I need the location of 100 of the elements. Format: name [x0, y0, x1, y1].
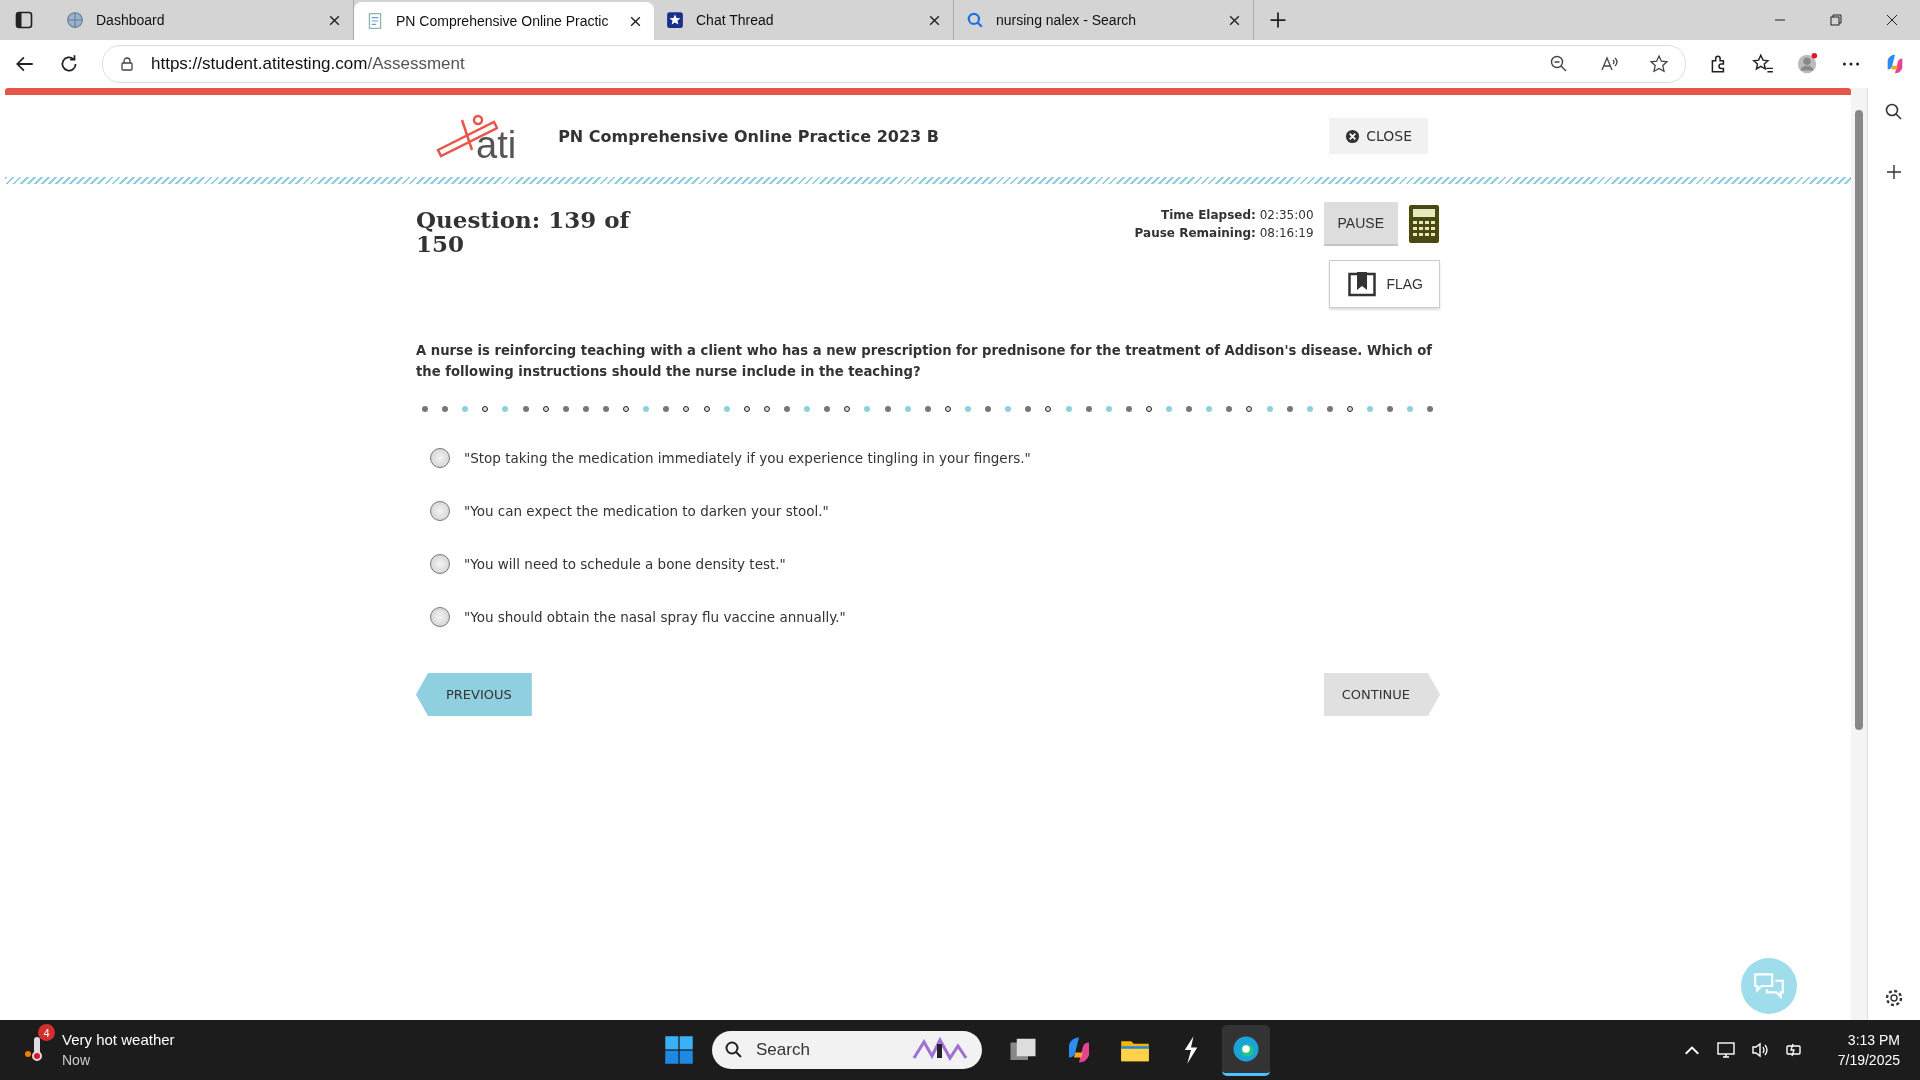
- answer-option[interactable]: "You will need to schedule a bone density test.": [464, 556, 786, 572]
- progress-dot[interactable]: [804, 406, 811, 412]
- progress-dot[interactable]: [985, 406, 992, 412]
- pause-button[interactable]: PAUSE: [1323, 202, 1398, 246]
- radio-button[interactable]: [430, 448, 450, 468]
- search-icon: [966, 11, 984, 29]
- globe-icon: [66, 11, 84, 29]
- progress-dot[interactable]: [944, 406, 951, 412]
- previous-button[interactable]: PREVIOUS: [416, 673, 532, 716]
- favorites-icon[interactable]: [1752, 53, 1774, 75]
- continue-button[interactable]: CONTINUE: [1323, 673, 1440, 716]
- progress-dot[interactable]: [603, 406, 609, 412]
- close-icon[interactable]: [1228, 13, 1241, 27]
- page-icon: [366, 12, 384, 30]
- address-bar[interactable]: https://student.atitesting.com/Assessment: [102, 45, 1686, 83]
- star-badge-icon: [666, 11, 684, 29]
- network-icon[interactable]: [1715, 1040, 1736, 1060]
- progress-dot[interactable]: [1326, 406, 1333, 412]
- radio-button[interactable]: [430, 607, 450, 627]
- progress-dot[interactable]: [924, 406, 931, 412]
- progress-dot[interactable]: [743, 406, 750, 412]
- search-icon: [724, 1040, 744, 1060]
- restore-icon[interactable]: [1828, 12, 1844, 28]
- progress-dot[interactable]: [1306, 406, 1313, 412]
- progress-dot[interactable]: [1387, 406, 1394, 412]
- answer-option[interactable]: "You should obtain the nasal spray flu vaccine annually.": [464, 609, 846, 625]
- close-button[interactable]: CLOSE: [1329, 118, 1428, 154]
- profile-avatar-icon[interactable]: [1796, 53, 1818, 75]
- zoom-out-icon[interactable]: [1549, 54, 1569, 74]
- browser-taskbar-button[interactable]: [1222, 1024, 1270, 1076]
- progress-dot[interactable]: [824, 406, 831, 412]
- progress-dot[interactable]: [1065, 406, 1072, 412]
- progress-dot[interactable]: [1125, 406, 1132, 412]
- browser-tab[interactable]: PN Comprehensive Online Practic: [354, 2, 654, 40]
- progress-dot[interactable]: [1025, 406, 1032, 412]
- calculator-icon[interactable]: [1408, 204, 1440, 244]
- radio-button[interactable]: [430, 501, 450, 521]
- progress-dot[interactable]: [723, 406, 730, 412]
- progress-dot[interactable]: [442, 406, 449, 412]
- question-text: A nurse is reinforcing teaching with a client who has a new prescription for prednisone for the treatment of Addison's disease. Which of the following instructions should the nurse include in the teaching?: [416, 342, 1433, 381]
- progress-dot[interactable]: [783, 406, 790, 412]
- progress-dot[interactable]: [763, 406, 770, 412]
- close-icon[interactable]: [1884, 12, 1900, 28]
- progress-dot[interactable]: [1186, 406, 1193, 412]
- progress-dot[interactable]: [623, 406, 630, 412]
- progress-dot[interactable]: [562, 406, 569, 412]
- star-icon[interactable]: [1649, 54, 1669, 74]
- progress-dot[interactable]: [1005, 406, 1012, 412]
- progress-dot[interactable]: [462, 406, 469, 412]
- speaker-icon[interactable]: [1749, 1040, 1770, 1060]
- answer-option[interactable]: "You can expect the medication to darken your stool.": [464, 503, 829, 519]
- windows-start-icon[interactable]: [664, 1035, 694, 1065]
- progress-dot[interactable]: [683, 406, 690, 412]
- progress-dot[interactable]: [502, 406, 509, 412]
- progress-dot[interactable]: [1226, 406, 1233, 412]
- progress-dot[interactable]: [1286, 406, 1293, 412]
- answer-option[interactable]: "Stop taking the medication immediately if you experience tingling in your fingers.": [464, 450, 1031, 466]
- progress-dot[interactable]: [1085, 406, 1092, 412]
- weather-time: Now: [62, 1051, 91, 1070]
- progress-dot[interactable]: [1427, 406, 1434, 412]
- add-icon[interactable]: [1884, 162, 1904, 182]
- close-icon[interactable]: [328, 13, 341, 27]
- progress-dot[interactable]: [964, 406, 971, 412]
- progress-dot[interactable]: [1407, 406, 1414, 412]
- progress-dot[interactable]: [1367, 406, 1374, 412]
- progress-dot[interactable]: [1045, 406, 1052, 412]
- progress-dot[interactable]: [1166, 406, 1173, 412]
- question-heading: Question: 139 of 150: [416, 208, 631, 259]
- progress-dot[interactable]: [904, 406, 911, 412]
- search-icon[interactable]: [1884, 102, 1904, 122]
- progress-dot[interactable]: [542, 406, 549, 412]
- taskbar-search-field[interactable]: Search: [712, 1031, 982, 1069]
- progress-dot[interactable]: [422, 406, 428, 412]
- progress-dot[interactable]: [482, 406, 489, 412]
- progress-dot[interactable]: [1145, 406, 1152, 412]
- progress-dot[interactable]: [864, 406, 871, 412]
- new-tab-icon[interactable]: [1268, 10, 1288, 30]
- scrollbar-thumb[interactable]: [1855, 110, 1863, 730]
- clock-date[interactable]: 7/19/2025: [1837, 1050, 1900, 1070]
- progress-dot[interactable]: [1347, 406, 1354, 412]
- radio-button[interactable]: [430, 554, 450, 574]
- close-icon[interactable]: [629, 14, 642, 28]
- progress-dot[interactable]: [1105, 406, 1112, 412]
- progress-dot[interactable]: [522, 406, 529, 412]
- progress-dot[interactable]: [643, 406, 650, 412]
- progress-dot[interactable]: [884, 406, 891, 412]
- chat-bubbles-icon: [1752, 971, 1786, 1001]
- close-icon[interactable]: [928, 13, 941, 27]
- clock-time[interactable]: 3:13 PM: [1847, 1030, 1900, 1050]
- progress-dot[interactable]: [844, 406, 851, 412]
- progress-dot[interactable]: [663, 406, 670, 412]
- progress-dot[interactable]: [1246, 406, 1253, 412]
- tab-actions-icon[interactable]: [14, 10, 34, 30]
- progress-dot[interactable]: [1266, 406, 1273, 412]
- progress-dot[interactable]: [703, 406, 710, 412]
- progress-dot[interactable]: [582, 406, 589, 412]
- lock-icon: [119, 56, 135, 72]
- progress-dot[interactable]: [1206, 406, 1213, 412]
- flag-button[interactable]: FLAG: [1329, 260, 1440, 308]
- settings-icon[interactable]: [1884, 988, 1904, 1008]
